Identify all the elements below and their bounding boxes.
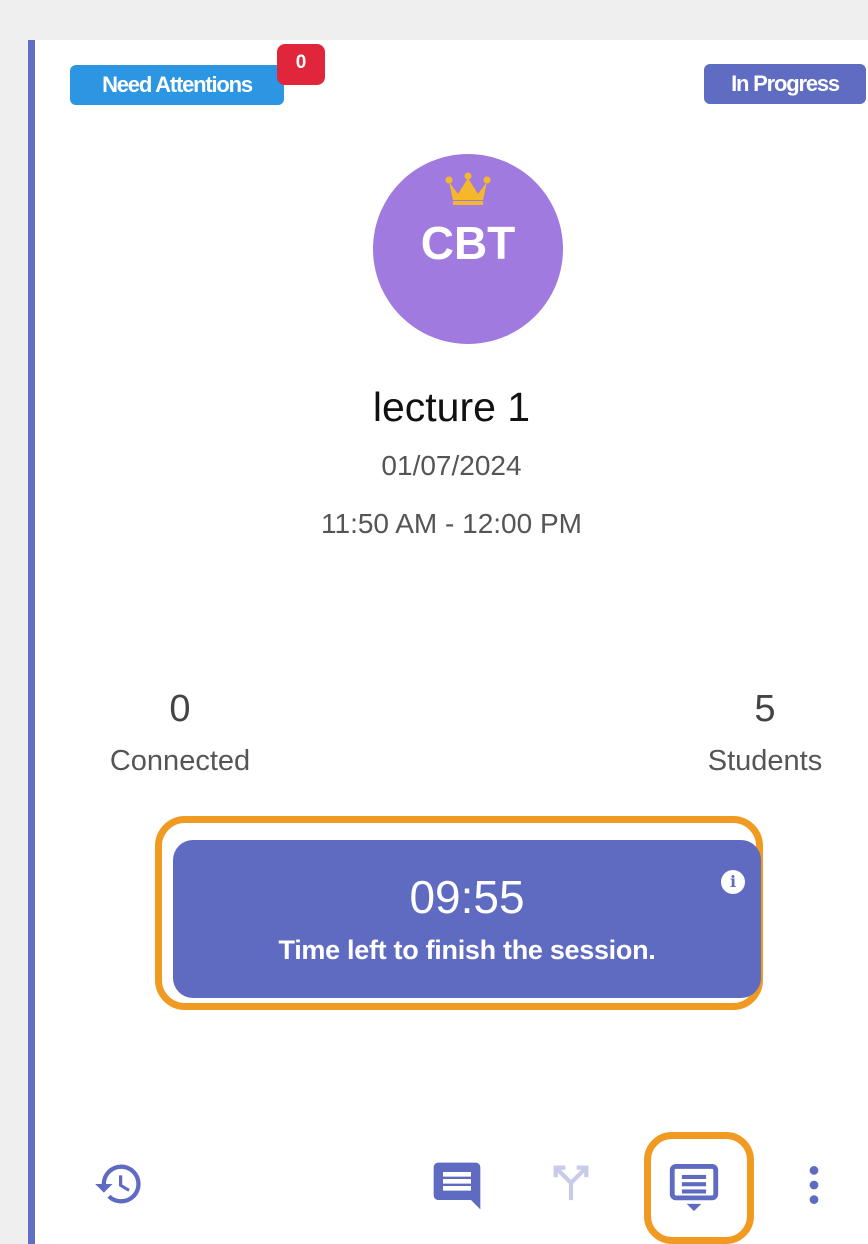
students-label: Students — [707, 745, 823, 777]
presentation-icon[interactable] — [665, 1158, 723, 1216]
history-icon[interactable] — [93, 1158, 145, 1210]
need-attention-badge[interactable]: Need Attentions — [70, 65, 284, 105]
split-icon[interactable] — [548, 1158, 594, 1204]
status-badge: In Progress — [704, 64, 866, 104]
students-stat: 5 Students — [675, 688, 855, 778]
more-vert-icon[interactable] — [789, 1160, 839, 1210]
connected-stat: 0 Connected — [85, 688, 275, 778]
students-count: 5 — [754, 688, 776, 730]
info-icon[interactable]: i — [721, 870, 745, 894]
session-date: 01/07/2024 — [381, 450, 522, 481]
session-card: Need Attentions 0 In Progress CBT lectur… — [28, 40, 868, 1244]
attention-count-badge: 0 — [277, 44, 325, 85]
session-timer[interactable]: 09:55 Time left to finish the session. i — [173, 840, 761, 998]
avatar-initials: CBT — [420, 217, 516, 269]
connected-count: 0 — [169, 688, 191, 730]
connected-label: Connected — [109, 745, 251, 777]
timer-value: 09:55 — [409, 871, 525, 923]
chat-icon[interactable] — [429, 1158, 485, 1214]
timer-message: Time left to finish the session. — [278, 935, 656, 965]
session-title: lecture 1 — [372, 384, 531, 430]
session-time-range: 11:50 AM - 12:00 PM — [321, 508, 582, 539]
session-avatar: CBT — [373, 154, 563, 344]
crown-icon — [445, 172, 491, 205]
